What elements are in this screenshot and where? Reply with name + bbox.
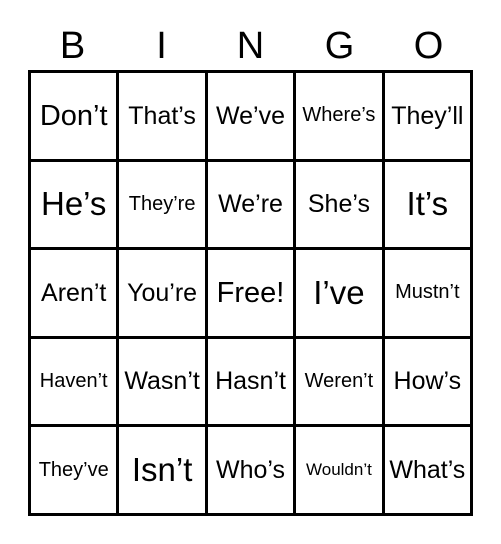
bingo-cell[interactable]: Weren’t: [296, 338, 385, 428]
bingo-header-letter-b: B: [28, 22, 117, 70]
header-letter-text: B: [59, 25, 86, 67]
bingo-cell-label: He’s: [40, 185, 107, 223]
bingo-cell-label: Where’s: [302, 104, 376, 127]
bingo-cell-label: Isn’t: [131, 450, 193, 488]
bingo-cell-label: Don’t: [39, 99, 108, 132]
bingo-cell[interactable]: Who’s: [207, 427, 297, 516]
bingo-cell[interactable]: Wasn’t: [119, 338, 208, 428]
bingo-card: B I N G O Don’t That’s We’ve Where’s The…: [0, 0, 501, 544]
bingo-cell-label: They’ve: [38, 458, 109, 481]
bingo-cell-label: Weren’t: [304, 370, 374, 393]
bingo-cell[interactable]: We’re: [207, 161, 297, 251]
bingo-grid: Don’t That’s We’ve Where’s They’ll He’s …: [28, 70, 474, 516]
bingo-cell[interactable]: What’s: [384, 427, 474, 516]
bingo-cell[interactable]: It’s: [384, 161, 474, 251]
bingo-cell[interactable]: That’s: [119, 73, 208, 162]
bingo-cell[interactable]: How’s: [384, 338, 474, 428]
bingo-cell[interactable]: Don’t: [31, 73, 120, 162]
bingo-cell[interactable]: They’ve: [31, 427, 120, 516]
bingo-header-letter-n: N: [206, 22, 295, 70]
bingo-cell-label: She’s: [307, 190, 370, 219]
bingo-cell[interactable]: Aren’t: [31, 250, 120, 339]
bingo-cell[interactable]: Haven’t: [31, 338, 120, 428]
bingo-row: Don’t That’s We’ve Where’s They’ll: [31, 73, 474, 162]
bingo-cell[interactable]: He’s: [31, 161, 120, 251]
bingo-cell-label: We’re: [218, 190, 283, 219]
header-letter-text: N: [236, 25, 265, 67]
bingo-cell[interactable]: They’ll: [384, 73, 474, 162]
bingo-cell[interactable]: Hasn’t: [207, 338, 297, 428]
bingo-cell[interactable]: They’re: [119, 161, 208, 251]
bingo-cell[interactable]: She’s: [296, 161, 385, 251]
bingo-row: Aren’t You’re Free! I’ve Mustn’t: [31, 250, 474, 339]
bingo-cell-label: Mustn’t: [395, 281, 460, 304]
bingo-cell-label: Free!: [216, 276, 285, 309]
bingo-cell-label: Wasn’t: [124, 367, 200, 396]
bingo-header-letter-o: O: [384, 22, 473, 70]
bingo-cell-free-space[interactable]: Free!: [207, 250, 297, 339]
bingo-row: He’s They’re We’re She’s It’s: [31, 161, 474, 251]
bingo-cell[interactable]: I’ve: [296, 250, 385, 339]
bingo-cell-label: Who’s: [216, 456, 286, 485]
bingo-cell-label: It’s: [406, 185, 449, 223]
bingo-header-letter-i: I: [117, 22, 206, 70]
bingo-header: B I N G O: [28, 22, 473, 70]
bingo-cell[interactable]: Isn’t: [119, 427, 208, 516]
bingo-cell[interactable]: Where’s: [296, 73, 385, 162]
header-letter-text: G: [324, 25, 355, 67]
header-letter-text: I: [156, 25, 167, 67]
bingo-cell-label: They’ll: [391, 101, 464, 130]
bingo-cell-label: What’s: [389, 456, 466, 485]
bingo-cell-label: I’ve: [313, 273, 365, 311]
bingo-cell-label: Hasn’t: [215, 367, 286, 396]
bingo-cell[interactable]: Mustn’t: [384, 250, 474, 339]
bingo-row: Haven’t Wasn’t Hasn’t Weren’t How’s: [31, 338, 474, 428]
bingo-cell[interactable]: You’re: [119, 250, 208, 339]
bingo-cell-label: They’re: [128, 192, 196, 215]
bingo-cell-label: We’ve: [216, 101, 286, 130]
bingo-row: They’ve Isn’t Who’s Wouldn’t What’s: [31, 427, 474, 516]
bingo-cell-label: That’s: [128, 101, 196, 130]
bingo-cell-label: How’s: [393, 367, 462, 396]
bingo-cell-label: Aren’t: [41, 278, 107, 307]
bingo-cell[interactable]: We’ve: [207, 73, 297, 162]
bingo-cell-label: Haven’t: [39, 370, 108, 393]
bingo-cell[interactable]: Wouldn’t: [296, 427, 385, 516]
bingo-cell-label: You’re: [127, 278, 198, 307]
bingo-header-letter-g: G: [295, 22, 384, 70]
bingo-cell-label: Wouldn’t: [306, 460, 372, 480]
header-letter-text: O: [413, 25, 444, 67]
